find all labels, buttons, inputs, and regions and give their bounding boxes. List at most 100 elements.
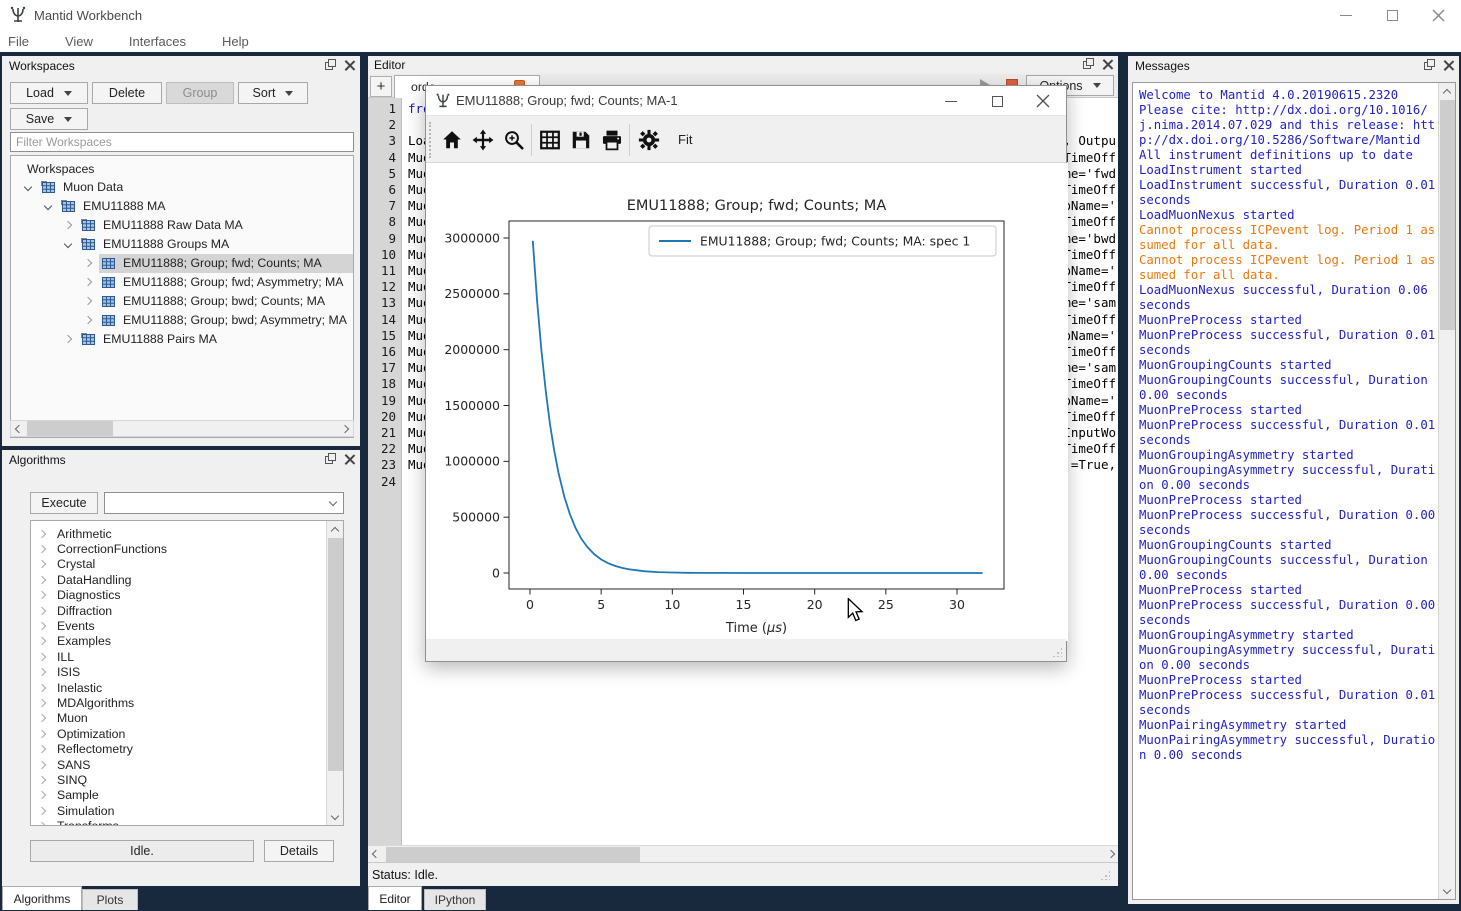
algorithm-progress-button[interactable]: Idle. bbox=[30, 840, 254, 862]
algorithm-category[interactable]: Examples bbox=[31, 634, 321, 649]
zoom-icon[interactable] bbox=[502, 128, 526, 152]
workspaces-hscrollbar[interactable] bbox=[10, 420, 354, 437]
expand-chevron-icon[interactable] bbox=[84, 259, 92, 267]
filter-workspaces-input[interactable] bbox=[10, 132, 354, 152]
expand-chevron-icon[interactable] bbox=[38, 668, 46, 676]
algorithms-vscrollbar[interactable] bbox=[326, 521, 343, 825]
expand-chevron-icon[interactable] bbox=[38, 760, 46, 768]
resize-grip-icon[interactable] bbox=[1052, 647, 1062, 657]
expand-chevron-icon[interactable] bbox=[38, 576, 46, 584]
algorithm-category[interactable]: Simulation bbox=[31, 803, 321, 818]
expand-chevron-icon[interactable] bbox=[64, 335, 72, 343]
expand-chevron-icon[interactable] bbox=[38, 591, 46, 599]
expand-chevron-icon[interactable] bbox=[84, 316, 92, 324]
close-button[interactable] bbox=[1020, 86, 1066, 116]
scroll-right-icon[interactable] bbox=[337, 421, 353, 436]
expand-chevron-icon[interactable] bbox=[84, 297, 92, 305]
minimize-button[interactable] bbox=[1323, 0, 1369, 30]
scroll-down-icon[interactable] bbox=[1439, 883, 1455, 899]
scroll-down-icon[interactable] bbox=[327, 809, 343, 825]
tree-item[interactable]: EMU11888; Group; fwd; Asymmetry; MA bbox=[11, 273, 353, 292]
algorithm-category[interactable]: Muon bbox=[31, 711, 321, 726]
tree-item[interactable]: EMU11888 Pairs MA bbox=[11, 330, 353, 349]
float-dock-icon[interactable] bbox=[325, 453, 337, 465]
scroll-thumb[interactable] bbox=[27, 421, 113, 436]
home-icon[interactable] bbox=[440, 128, 464, 152]
editor-hscrollbar[interactable] bbox=[368, 845, 1118, 862]
expand-chevron-icon[interactable] bbox=[38, 791, 46, 799]
collapse-chevron-icon[interactable] bbox=[44, 202, 52, 210]
delete-button[interactable]: Delete bbox=[92, 82, 162, 104]
algorithm-category[interactable]: ISIS bbox=[31, 665, 321, 680]
print-icon[interactable] bbox=[600, 128, 624, 152]
expand-chevron-icon[interactable] bbox=[38, 745, 46, 753]
close-button[interactable] bbox=[1415, 0, 1461, 30]
customize-icon[interactable] bbox=[637, 128, 661, 152]
expand-chevron-icon[interactable] bbox=[38, 714, 46, 722]
algorithm-category[interactable]: Sample bbox=[31, 788, 321, 803]
algorithm-category[interactable]: Reflectometry bbox=[31, 742, 321, 757]
algorithm-category[interactable]: SANS bbox=[31, 757, 321, 772]
toolbar-drag-handle[interactable] bbox=[429, 122, 433, 158]
details-button[interactable]: Details bbox=[264, 840, 334, 862]
algorithm-search-combobox[interactable] bbox=[104, 492, 344, 514]
expand-chevron-icon[interactable] bbox=[38, 807, 46, 815]
algorithm-category[interactable]: Crystal bbox=[31, 557, 321, 572]
expand-chevron-icon[interactable] bbox=[38, 545, 46, 553]
fit-button[interactable]: Fit bbox=[678, 132, 692, 147]
scroll-up-icon[interactable] bbox=[327, 521, 343, 537]
new-tab-button[interactable]: + bbox=[370, 76, 392, 97]
float-dock-icon[interactable] bbox=[325, 59, 337, 71]
tree-item[interactable]: EMU11888 MA bbox=[11, 197, 353, 216]
scroll-right-icon[interactable] bbox=[1103, 846, 1118, 862]
algorithm-category[interactable]: Diagnostics bbox=[31, 588, 321, 603]
scroll-left-icon[interactable] bbox=[368, 846, 383, 862]
tree-item[interactable]: Muon Data bbox=[11, 178, 353, 197]
expand-chevron-icon[interactable] bbox=[38, 822, 46, 826]
scroll-up-icon[interactable] bbox=[1439, 83, 1455, 99]
sort-button[interactable]: Sort bbox=[238, 82, 308, 104]
tree-item[interactable]: EMU11888; Group; fwd; Counts; MA bbox=[11, 254, 353, 273]
pan-icon[interactable] bbox=[471, 128, 495, 152]
tab-editor[interactable]: Editor bbox=[368, 886, 422, 910]
float-dock-icon[interactable] bbox=[1424, 59, 1436, 71]
tab-ipython[interactable]: IPython bbox=[424, 889, 486, 910]
algorithm-category[interactable]: ILL bbox=[31, 649, 321, 664]
tree-item[interactable]: EMU11888 Raw Data MA bbox=[11, 216, 353, 235]
close-dock-icon[interactable] bbox=[344, 59, 356, 71]
algorithm-category[interactable]: DataHandling bbox=[31, 572, 321, 587]
expand-chevron-icon[interactable] bbox=[38, 683, 46, 691]
expand-chevron-icon[interactable] bbox=[38, 560, 46, 568]
messages-vscrollbar[interactable] bbox=[1438, 83, 1455, 899]
expand-chevron-icon[interactable] bbox=[38, 637, 46, 645]
plot-window-titlebar[interactable]: EMU11888; Group; fwd; Counts; MA-1 bbox=[426, 86, 1066, 116]
close-dock-icon[interactable] bbox=[1443, 59, 1455, 71]
execute-button[interactable]: Execute bbox=[30, 492, 98, 514]
resize-grip-icon[interactable] bbox=[1100, 870, 1110, 880]
algorithm-category[interactable]: CorrectionFunctions bbox=[31, 541, 321, 556]
scroll-thumb[interactable] bbox=[328, 538, 343, 771]
subplots-icon[interactable] bbox=[538, 128, 562, 152]
tab-plots[interactable]: Plots bbox=[82, 889, 138, 910]
algorithm-category[interactable]: Arithmetic bbox=[31, 526, 321, 541]
collapse-chevron-icon[interactable] bbox=[24, 183, 32, 191]
algorithm-category[interactable]: Events bbox=[31, 618, 321, 633]
expand-chevron-icon[interactable] bbox=[38, 529, 46, 537]
save-button[interactable]: Save bbox=[10, 108, 88, 130]
algorithm-category[interactable]: Diffraction bbox=[31, 603, 321, 618]
expand-chevron-icon[interactable] bbox=[64, 221, 72, 229]
load-button[interactable]: Load bbox=[10, 82, 88, 104]
collapse-chevron-icon[interactable] bbox=[64, 240, 72, 248]
algorithm-category[interactable]: Transforms bbox=[31, 819, 321, 826]
messages-log[interactable]: Welcome to Mantid 4.0.20190615.2320Pleas… bbox=[1132, 82, 1456, 900]
scroll-thumb[interactable] bbox=[386, 847, 640, 862]
menu-file[interactable]: File bbox=[0, 34, 43, 49]
menu-help[interactable]: Help bbox=[214, 34, 263, 49]
tree-item[interactable]: EMU11888; Group; bwd; Asymmetry; MA bbox=[11, 311, 353, 330]
menu-interfaces[interactable]: Interfaces bbox=[121, 34, 200, 49]
scroll-left-icon[interactable] bbox=[11, 421, 27, 436]
algorithm-category[interactable]: MDAlgorithms bbox=[31, 695, 321, 710]
expand-chevron-icon[interactable] bbox=[38, 653, 46, 661]
expand-chevron-icon[interactable] bbox=[38, 699, 46, 707]
plot-window[interactable]: EMU11888; Group; fwd; Counts; MA-1 bbox=[425, 85, 1067, 662]
